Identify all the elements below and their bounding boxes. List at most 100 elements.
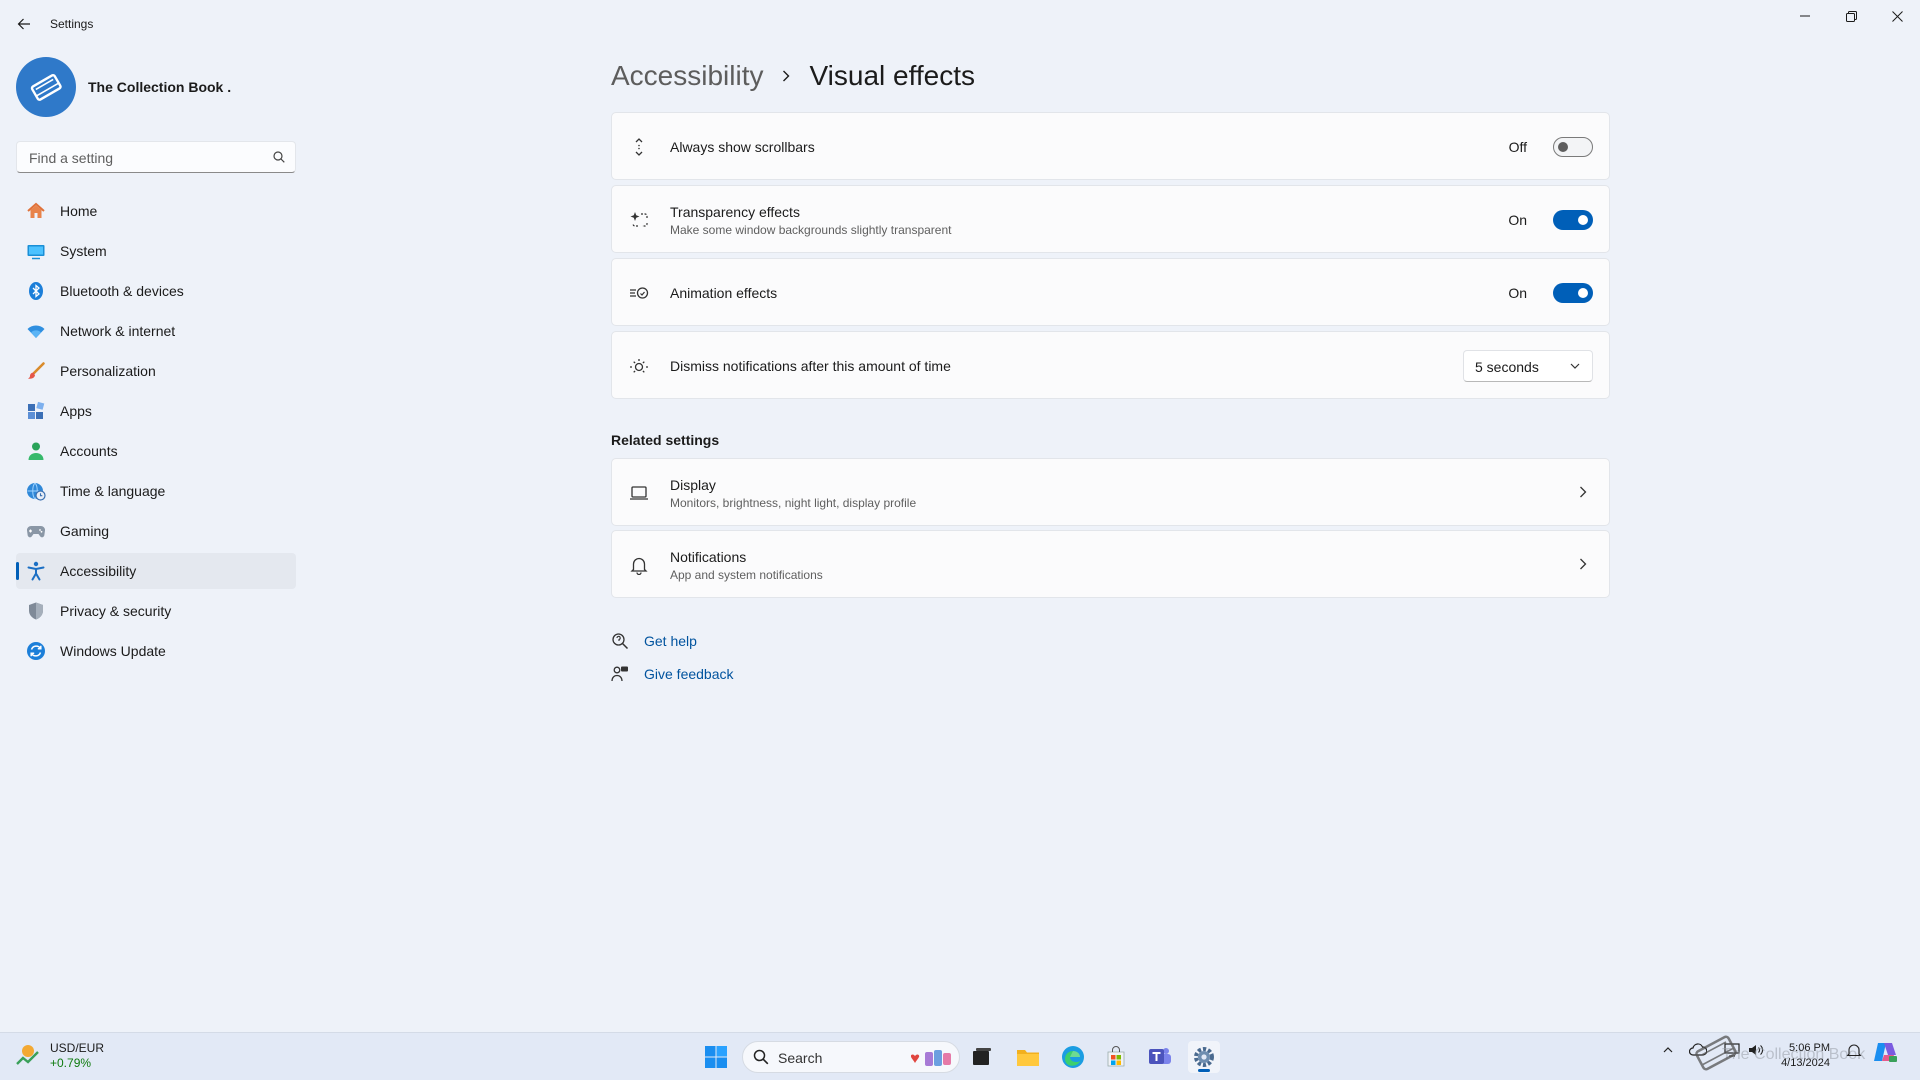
task-view-icon xyxy=(973,1048,991,1065)
file-explorer-button[interactable] xyxy=(1012,1041,1044,1073)
paintbrush-icon xyxy=(28,362,45,379)
widget-value: +0.79% xyxy=(50,1056,92,1070)
give-feedback-link[interactable]: Give feedback xyxy=(611,663,734,685)
title-bar: Settings xyxy=(0,0,1920,48)
sidebar-item-privacy-security[interactable]: Privacy & security xyxy=(16,593,296,629)
scrollbars-toggle[interactable] xyxy=(1553,137,1593,157)
clock-date: 4/13/2024 xyxy=(1781,1057,1830,1069)
setting-subtitle: Make some window backgrounds slightly tr… xyxy=(670,223,952,237)
currency-widget[interactable]: USD/EUR +0.79% xyxy=(14,1041,104,1071)
search-highlight-icon xyxy=(911,1050,951,1066)
start-button[interactable] xyxy=(700,1041,732,1073)
sidebar-item-bluetooth-devices[interactable]: Bluetooth & devices xyxy=(16,273,296,309)
copilot-icon[interactable] xyxy=(1872,1040,1898,1064)
apps-icon xyxy=(28,401,45,419)
notification-center-icon[interactable] xyxy=(1846,1043,1862,1059)
folder-icon xyxy=(1017,1050,1039,1066)
setting-animation-effects: Animation effects On xyxy=(611,258,1610,326)
widget-title: USD/EUR xyxy=(50,1041,105,1055)
sidebar-nav: Home System Bluetooth & devices Network … xyxy=(16,193,296,673)
brightness-icon xyxy=(630,359,648,373)
app-title: Settings xyxy=(50,17,94,31)
back-button[interactable] xyxy=(12,12,36,36)
sidebar-item-personalization[interactable]: Personalization xyxy=(16,353,296,389)
page-title: Visual effects xyxy=(809,60,975,91)
teams-button[interactable] xyxy=(1144,1041,1176,1073)
microsoft-store-button[interactable] xyxy=(1100,1041,1132,1073)
store-icon xyxy=(1107,1046,1125,1067)
edge-icon xyxy=(1062,1046,1084,1068)
currency-chart-icon xyxy=(16,1045,39,1065)
wifi-icon xyxy=(27,325,45,338)
animation-toggle[interactable] xyxy=(1553,283,1593,303)
edge-browser-button[interactable] xyxy=(1057,1041,1089,1073)
related-display-link[interactable]: Display Monitors, brightness, night ligh… xyxy=(611,458,1610,526)
avatar xyxy=(16,57,76,117)
related-title: Display xyxy=(670,477,716,493)
toggle-knob xyxy=(1578,288,1588,298)
accessibility-icon xyxy=(27,561,45,581)
sidebar-item-accessibility[interactable]: Accessibility xyxy=(16,553,296,589)
close-button[interactable] xyxy=(1874,6,1920,26)
setting-title: Transparency effects xyxy=(670,204,800,220)
chevron-right-icon xyxy=(1580,558,1587,570)
toggle-state-label: On xyxy=(1508,285,1527,301)
globe-clock-icon xyxy=(27,482,46,501)
gear-icon xyxy=(1194,1047,1214,1067)
person-icon xyxy=(28,442,44,460)
settings-search-box[interactable] xyxy=(16,141,296,174)
user-profile[interactable]: The Collection Book . xyxy=(16,56,231,118)
dismiss-duration-dropdown[interactable]: 5 seconds xyxy=(1463,350,1593,382)
get-help-link[interactable]: Get help xyxy=(611,630,697,652)
taskbar-clock[interactable]: 5:06 PM 4/13/2024 xyxy=(1766,1041,1830,1071)
sidebar-item-home[interactable]: Home xyxy=(16,193,296,229)
back-arrow-icon xyxy=(17,18,30,30)
shield-icon xyxy=(29,602,43,620)
related-notifications-link[interactable]: Notifications App and system notificatio… xyxy=(611,530,1610,598)
sidebar-item-windows-update[interactable]: Windows Update xyxy=(16,633,296,669)
teams-icon xyxy=(1149,1048,1171,1064)
breadcrumb-parent-link[interactable]: Accessibility xyxy=(611,60,763,92)
settings-taskbar-button[interactable] xyxy=(1188,1041,1220,1073)
related-settings-heading: Related settings xyxy=(611,432,720,448)
sidebar-item-network-internet[interactable]: Network & internet xyxy=(16,313,296,349)
setting-always-show-scrollbars: Always show scrollbars Off xyxy=(611,112,1610,180)
toggle-knob xyxy=(1558,142,1568,152)
search-icon[interactable] xyxy=(273,151,285,163)
feedback-icon xyxy=(611,666,628,682)
profile-name: The Collection Book . xyxy=(88,79,232,95)
sidebar-item-system[interactable]: System xyxy=(16,233,296,269)
related-title: Notifications xyxy=(670,549,747,565)
book-watermark-logo-icon xyxy=(1695,1035,1737,1071)
dropdown-selected-value: 5 seconds xyxy=(1475,359,1539,375)
setting-title: Dismiss notifications after this amount … xyxy=(670,358,951,374)
chevron-down-icon xyxy=(1570,363,1580,369)
restore-button[interactable] xyxy=(1828,6,1874,26)
bluetooth-icon xyxy=(29,282,43,300)
setting-title: Always show scrollbars xyxy=(670,139,815,155)
search-input[interactable] xyxy=(27,142,271,174)
taskbar-search[interactable]: Search xyxy=(742,1041,960,1073)
windows-logo-icon xyxy=(705,1046,727,1068)
toggle-state-label: On xyxy=(1508,212,1527,228)
book-logo-icon xyxy=(30,73,62,101)
scrollbar-arrows-icon xyxy=(635,138,643,156)
show-hidden-icons-chevron-icon[interactable] xyxy=(1662,1044,1674,1056)
transparency-toggle[interactable] xyxy=(1553,210,1593,230)
monitor-icon xyxy=(27,245,45,260)
sidebar-item-time-language[interactable]: Time & language xyxy=(16,473,296,509)
sidebar-item-gaming[interactable]: Gaming xyxy=(16,513,296,549)
setting-transparency-effects: Transparency effects Make some window ba… xyxy=(611,185,1610,253)
sidebar-item-apps[interactable]: Apps xyxy=(16,393,296,429)
related-subtitle: Monitors, brightness, night light, displ… xyxy=(670,496,917,510)
sidebar-item-accounts[interactable]: Accounts xyxy=(16,433,296,469)
minimize-button[interactable] xyxy=(1782,6,1828,26)
taskbar-search-label: Search xyxy=(778,1050,823,1066)
sync-icon xyxy=(27,642,45,660)
bell-icon xyxy=(630,557,648,575)
transparency-sparkle-icon xyxy=(630,212,648,227)
minimize-icon xyxy=(1800,15,1810,17)
taskbar: USD/EUR +0.79% Search xyxy=(0,1032,1920,1080)
toggle-knob xyxy=(1578,215,1588,225)
task-view-button[interactable] xyxy=(966,1041,998,1073)
